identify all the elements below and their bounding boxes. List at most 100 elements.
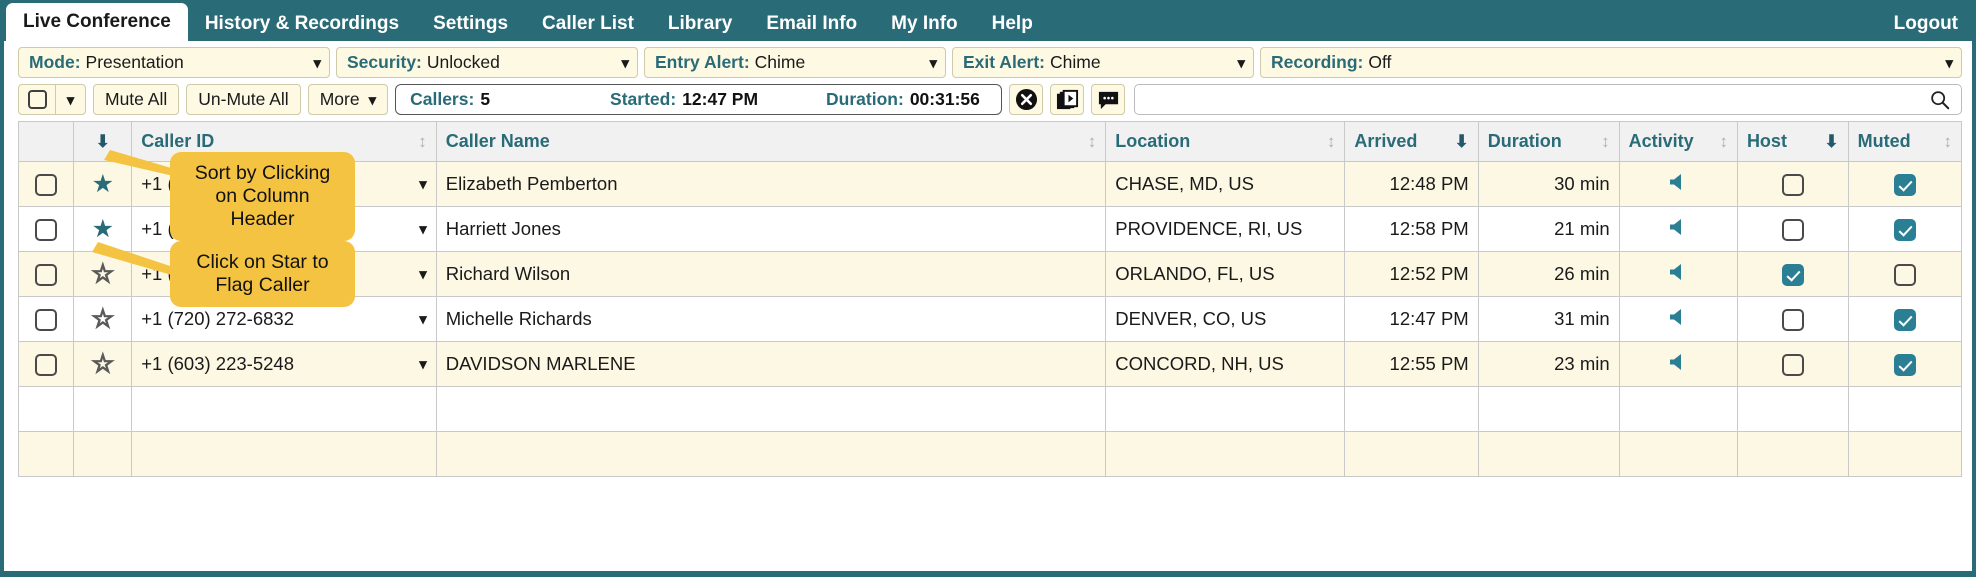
row-caller-id-cell[interactable]: +1 (407) 555-0132 ▾: [131, 251, 437, 297]
tab-my-info[interactable]: My Info: [874, 7, 975, 41]
chevron-down-icon[interactable]: ▾: [56, 91, 85, 109]
row-activity-cell[interactable]: [1618, 296, 1738, 342]
recording-dropdown[interactable]: Recording: Off ▾: [1260, 47, 1962, 78]
row-host-cell[interactable]: [1736, 161, 1849, 207]
host-checkbox[interactable]: [1781, 173, 1804, 196]
table-row[interactable]: ★ +1 (401) 793-2880 ▾ Harriett Jones PROVIDE…: [17, 206, 1963, 252]
tab-settings[interactable]: Settings: [416, 7, 525, 41]
flag-star-icon[interactable]: ☆: [91, 350, 115, 378]
recordings-button[interactable]: [1050, 84, 1085, 115]
search-icon[interactable]: [1929, 89, 1951, 111]
host-checkbox[interactable]: [1781, 263, 1804, 286]
row-activity-cell[interactable]: [1618, 206, 1738, 252]
speaker-icon[interactable]: [1666, 305, 1690, 329]
col-header-caller-id[interactable]: Caller ID ↕: [131, 121, 437, 162]
host-checkbox[interactable]: [1781, 353, 1804, 376]
row-host-cell[interactable]: [1736, 206, 1849, 252]
chevron-down-icon[interactable]: ▾: [409, 220, 427, 238]
chevron-down-icon[interactable]: ▾: [409, 175, 427, 193]
table-row[interactable]: ☆ +1 (407) 555-0132 ▾ Richard Wilson ORLANDO…: [17, 251, 1963, 297]
host-checkbox[interactable]: [1781, 308, 1804, 331]
row-select-cell[interactable]: [17, 161, 75, 207]
row-muted-cell[interactable]: [1847, 161, 1963, 207]
row-select-checkbox[interactable]: [35, 353, 58, 376]
row-muted-cell[interactable]: [1847, 251, 1963, 297]
muted-checkbox[interactable]: [1893, 353, 1916, 376]
chevron-down-icon[interactable]: ▾: [409, 355, 427, 373]
search-field-wrapper[interactable]: [1134, 84, 1962, 115]
chevron-down-icon[interactable]: ▾: [409, 265, 427, 283]
row-select-cell[interactable]: [17, 341, 75, 387]
col-header-activity[interactable]: Activity ↕: [1618, 121, 1738, 162]
row-caller-id-cell[interactable]: +1 (401) 793-2880 ▾: [131, 206, 437, 252]
row-flag-cell[interactable]: ☆: [73, 251, 133, 297]
chat-button[interactable]: [1091, 84, 1126, 115]
exit-alert-dropdown[interactable]: Exit Alert: Chime ▾: [952, 47, 1254, 78]
speaker-icon[interactable]: [1666, 260, 1690, 284]
speaker-icon[interactable]: [1666, 215, 1690, 239]
mute-all-button[interactable]: Mute All: [93, 84, 180, 115]
row-select-checkbox[interactable]: [35, 218, 58, 241]
row-host-cell[interactable]: [1736, 296, 1849, 342]
flag-star-icon[interactable]: ☆: [91, 305, 115, 333]
table-row[interactable]: ☆ +1 (720) 272-6832 ▾ Michelle Richards DENV…: [17, 296, 1963, 342]
row-host-cell[interactable]: [1736, 251, 1849, 297]
row-select-cell[interactable]: [17, 251, 75, 297]
col-header-muted[interactable]: Muted ↕: [1847, 121, 1963, 162]
col-header-location[interactable]: Location ↕: [1105, 121, 1346, 162]
security-dropdown[interactable]: Security: Unlocked ▾: [336, 47, 638, 78]
tab-help[interactable]: Help: [975, 7, 1050, 41]
row-flag-cell[interactable]: ★: [73, 206, 133, 252]
row-caller-id-cell[interactable]: +1 (603) 223-5248 ▾: [131, 341, 437, 387]
row-caller-id-cell[interactable]: +1 (443) 955-1067 ▾: [131, 161, 437, 207]
row-flag-cell[interactable]: ☆: [73, 296, 133, 342]
select-all-dropdown-group[interactable]: ▾: [18, 84, 86, 115]
col-header-host[interactable]: Host ⬇: [1736, 121, 1849, 162]
col-header-duration[interactable]: Duration ↕: [1477, 121, 1620, 162]
tab-history-recordings[interactable]: History & Recordings: [188, 7, 416, 41]
chevron-down-icon[interactable]: ▾: [409, 310, 427, 328]
row-flag-cell[interactable]: ☆: [73, 341, 133, 387]
tab-caller-list[interactable]: Caller List: [525, 7, 651, 41]
search-input[interactable]: [1145, 89, 1929, 110]
row-muted-cell[interactable]: [1847, 341, 1963, 387]
row-select-checkbox[interactable]: [35, 308, 58, 331]
more-menu-button[interactable]: More ▾: [307, 84, 389, 115]
col-header-caller-name[interactable]: Caller Name ↕: [435, 121, 1107, 162]
muted-checkbox[interactable]: [1893, 308, 1916, 331]
flag-star-icon[interactable]: ★: [92, 170, 114, 198]
muted-checkbox[interactable]: [1893, 263, 1916, 286]
row-select-cell[interactable]: [17, 206, 75, 252]
muted-checkbox[interactable]: [1893, 218, 1916, 241]
col-header-flag[interactable]: ⬇: [73, 121, 133, 162]
end-conference-button[interactable]: [1009, 84, 1044, 115]
logout-button[interactable]: Logout: [1876, 7, 1976, 41]
row-select-checkbox[interactable]: [35, 173, 58, 196]
row-muted-cell[interactable]: [1847, 206, 1963, 252]
muted-checkbox[interactable]: [1893, 173, 1916, 196]
col-header-select[interactable]: [17, 121, 75, 162]
unmute-all-button[interactable]: Un-Mute All: [186, 84, 301, 115]
entry-alert-dropdown[interactable]: Entry Alert: Chime ▾: [644, 47, 946, 78]
row-muted-cell[interactable]: [1847, 296, 1963, 342]
speaker-icon[interactable]: [1666, 170, 1690, 194]
flag-star-icon[interactable]: ☆: [91, 260, 115, 288]
flag-star-icon[interactable]: ★: [92, 215, 114, 243]
row-select-cell[interactable]: [17, 296, 75, 342]
row-activity-cell[interactable]: [1618, 341, 1738, 387]
tab-library[interactable]: Library: [651, 7, 749, 41]
row-flag-cell[interactable]: ★: [73, 161, 133, 207]
host-checkbox[interactable]: [1781, 218, 1804, 241]
tab-live-conference[interactable]: Live Conference: [6, 3, 188, 41]
col-header-arrived[interactable]: Arrived ⬇: [1344, 121, 1479, 162]
row-activity-cell[interactable]: [1618, 251, 1738, 297]
row-host-cell[interactable]: [1736, 341, 1849, 387]
row-select-checkbox[interactable]: [35, 263, 58, 286]
speaker-icon[interactable]: [1666, 350, 1690, 374]
table-row[interactable]: ★ +1 (443) 955-1067 ▾ Elizabeth Pemberton CH…: [17, 161, 1963, 207]
tab-email-info[interactable]: Email Info: [749, 7, 874, 41]
row-caller-id-cell[interactable]: +1 (720) 272-6832 ▾: [131, 296, 437, 342]
mode-dropdown[interactable]: Mode: Presentation ▾: [18, 47, 330, 78]
table-row[interactable]: ☆ +1 (603) 223-5248 ▾ DAVIDSON MARLENE CONCO…: [17, 341, 1963, 387]
row-activity-cell[interactable]: [1618, 161, 1738, 207]
